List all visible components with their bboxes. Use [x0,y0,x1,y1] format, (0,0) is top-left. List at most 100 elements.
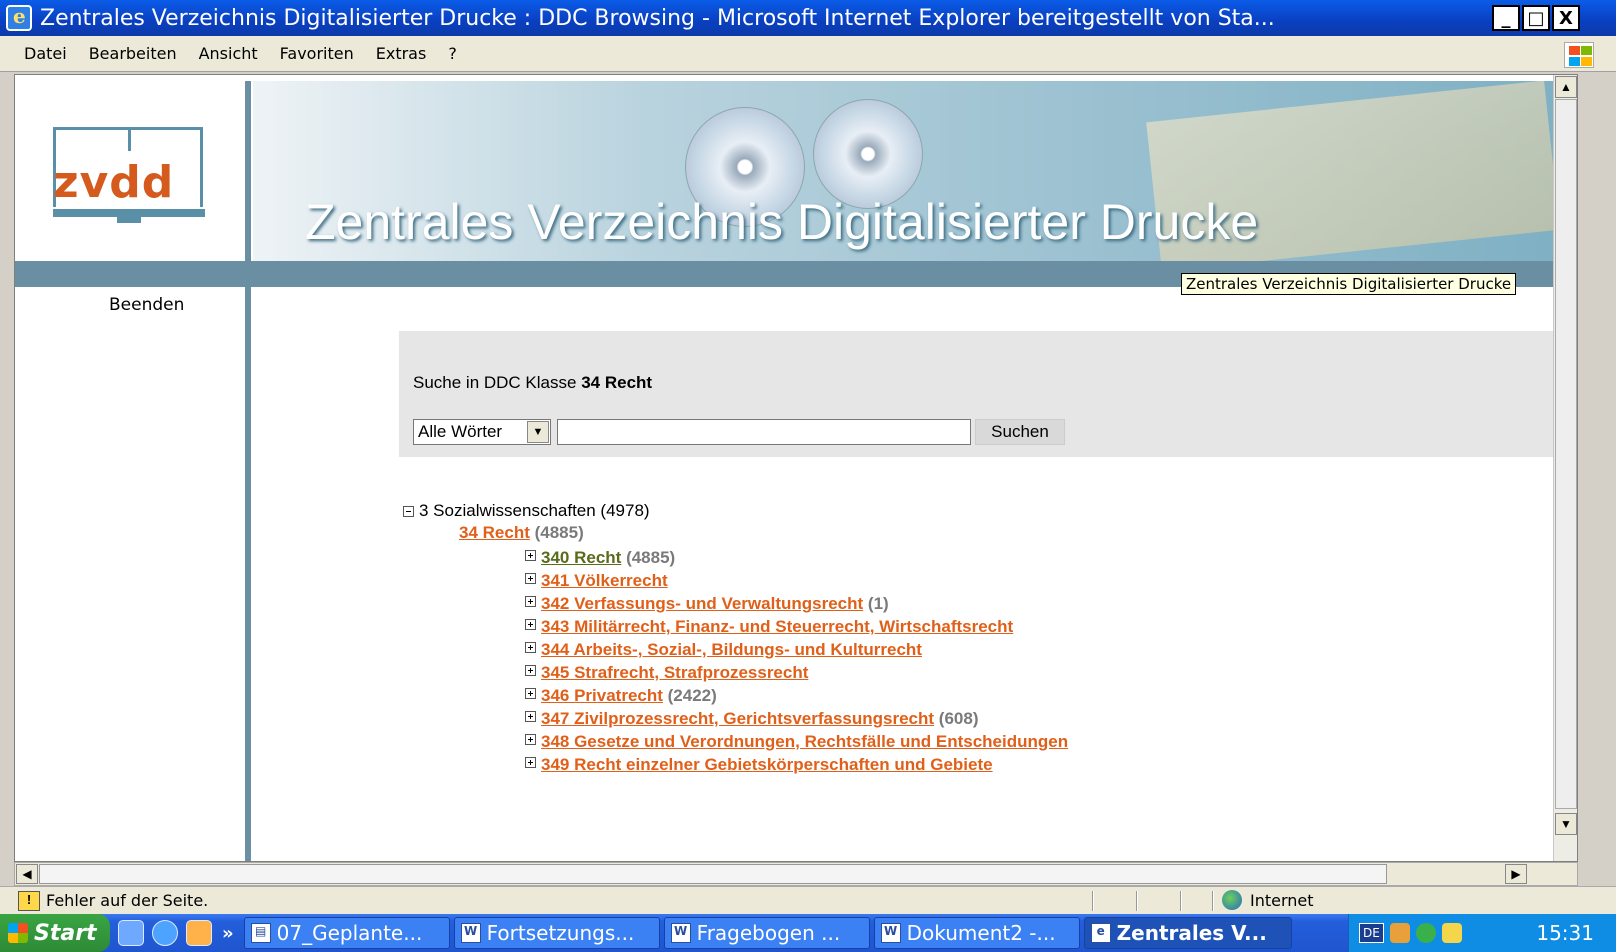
menu-datei[interactable]: Datei [24,44,67,63]
start-label: Start [34,920,97,946]
vertical-scroll-thumb[interactable] [1555,99,1577,809]
header-banner: Zentrales Verzeichnis Digitalisierter Dr… [253,81,1555,261]
expand-icon[interactable] [525,573,536,584]
vertical-scrollbar[interactable]: ▲ ▼ [1553,75,1577,861]
tree-item: 348 Gesetze und Verordnungen, Rechtsfäll… [525,732,1073,752]
tree-link-341[interactable]: 341 Völkerrecht [541,571,668,591]
window-title: Zentrales Verzeichnis Digitalisierter Dr… [40,5,1275,31]
maximize-button[interactable]: □ [1522,5,1550,31]
menu-ansicht[interactable]: Ansicht [199,44,258,63]
expand-icon[interactable] [525,688,536,699]
status-divider [1180,891,1182,911]
clock[interactable]: 15:31 [1536,921,1594,945]
tree-item: 343 Militärrecht, Finanz- und Steuerrech… [525,617,1073,637]
search-button[interactable]: Suchen [975,419,1065,445]
tree-count: (2422) [667,686,717,705]
expand-icon[interactable] [525,665,536,676]
zone-label: Internet [1250,890,1314,910]
banner-title: Zentrales Verzeichnis Digitalisierter Dr… [305,194,1259,250]
task-fortsetzungs[interactable]: W Fortsetzungs... [453,917,660,949]
search-heading: Suche in DDC Klasse 34 Recht [413,373,652,393]
zvdd-logo[interactable]: zvdd [15,81,247,261]
expand-icon[interactable] [525,619,536,630]
status-bar: ! Fehler auf der Seite. Internet [0,886,1616,914]
horizontal-scrollbar[interactable]: ◀ ▶ [14,862,1578,886]
tree-link-340[interactable]: 340 Recht [541,548,621,568]
close-button[interactable]: X [1552,5,1580,31]
horizontal-scroll-thumb[interactable] [39,864,1387,884]
expand-icon[interactable] [525,711,536,722]
expand-icon[interactable] [525,596,536,607]
tree-count: (4885) [626,548,676,567]
language-indicator[interactable]: DE [1359,923,1384,943]
search-panel: Suche in DDC Klasse 34 Recht Alle Wörter… [399,331,1559,457]
windows-logo-icon [8,923,28,943]
status-message[interactable]: Fehler auf der Seite. [46,891,208,910]
search-input[interactable] [557,419,971,445]
tree-item: 345 Strafrecht, Strafprozessrecht [525,663,1073,683]
expand-icon[interactable] [525,757,536,768]
expand-icon[interactable] [525,734,536,745]
minimize-button[interactable]: _ [1492,5,1520,31]
scroll-left-icon[interactable]: ◀ [16,864,38,884]
tree-link-347[interactable]: 347 Zivilprozessrecht, Gerichtsverfassun… [541,709,934,729]
search-mode-select[interactable]: Alle Wörter ▼ [413,419,551,445]
menu-extras[interactable]: Extras [376,44,427,63]
quick-launch-outlook-icon[interactable] [186,920,212,946]
tray-security-icon[interactable] [1441,923,1462,943]
tree-link-343[interactable]: 343 Militärrecht, Finanz- und Steuerrech… [541,617,1013,637]
status-divider [1136,891,1138,911]
sidebar-divider [245,81,251,861]
quick-launch-desktop-icon[interactable] [118,920,144,946]
task-label: 07_Geplante... [276,921,423,945]
menu-bearbeiten[interactable]: Bearbeiten [89,44,177,63]
tree-link-344[interactable]: 344 Arbeits-, Sozial-, Bildungs- und Kul… [541,640,922,660]
logo-text: zvdd [53,157,175,208]
system-tray: DE 15:31 [1348,914,1616,952]
tree-link-348[interactable]: 348 Gesetze und Verordnungen, Rechtsfäll… [541,732,1068,752]
windows-flag-icon [1564,42,1594,68]
internet-explorer-icon[interactable] [6,4,32,31]
window-title-bar[interactable]: Zentrales Verzeichnis Digitalisierter Dr… [0,0,1616,36]
tree-link-342[interactable]: 342 Verfassungs- und Verwaltungsrecht [541,594,863,614]
tree-link-34-recht[interactable]: 34 Recht [459,523,530,542]
dropdown-arrow-icon[interactable]: ▼ [527,421,549,443]
quick-launch-more-icon[interactable]: » [222,923,234,944]
search-heading-prefix: Suche in DDC Klasse [413,373,577,392]
menu-help[interactable]: ? [448,44,457,63]
tree-link-345[interactable]: 345 Strafrecht, Strafprozessrecht [541,663,808,683]
exit-link[interactable]: Beenden [109,295,184,315]
document-icon: ▤ [250,923,271,943]
tree-link-349[interactable]: 349 Recht einzelner Gebietskörperschafte… [541,755,993,775]
tree-item: 344 Arbeits-, Sozial-, Bildungs- und Kul… [525,640,1073,660]
task-fragebogen[interactable]: W Fragebogen ... [663,917,870,949]
menu-favoriten[interactable]: Favoriten [280,44,354,63]
scroll-down-icon[interactable]: ▼ [1555,813,1577,835]
tree-item: 341 Völkerrecht [525,571,1073,591]
tray-app-icon[interactable] [1389,923,1410,943]
search-mode-value: Alle Wörter [418,422,503,441]
word-icon: W [880,923,901,943]
word-icon: W [460,923,481,943]
task-label: Zentrales V... [1116,921,1267,945]
menu-bar: Datei Bearbeiten Ansicht Favoriten Extra… [0,36,1616,72]
collapse-icon[interactable] [403,505,414,517]
task-07-geplante[interactable]: ▤ 07_Geplante... [243,917,450,949]
scroll-right-icon[interactable]: ▶ [1505,864,1527,884]
status-divider [1092,891,1094,911]
status-divider [1212,891,1214,911]
task-zentrales[interactable]: e Zentrales V... [1083,917,1292,949]
tray-network-icon[interactable] [1415,923,1436,943]
scroll-up-icon[interactable]: ▲ [1555,76,1577,98]
tree-item: 346 Privatrecht (2422) [525,686,1073,706]
expand-icon[interactable] [525,550,536,561]
start-button[interactable]: Start [0,914,110,952]
expand-icon[interactable] [525,642,536,653]
tree-root-label: 3 Sozialwissenschaften (4978) [419,501,650,520]
tree-link-346[interactable]: 346 Privatrecht [541,686,663,706]
warning-icon[interactable]: ! [18,890,40,911]
task-dokument2[interactable]: W Dokument2 -... [873,917,1080,949]
quick-launch-ie-icon[interactable] [152,920,178,946]
tree-level2: 34 Recht (4885) [459,523,1073,543]
tree-item: 347 Zivilprozessrecht, Gerichtsverfassun… [525,709,1073,729]
